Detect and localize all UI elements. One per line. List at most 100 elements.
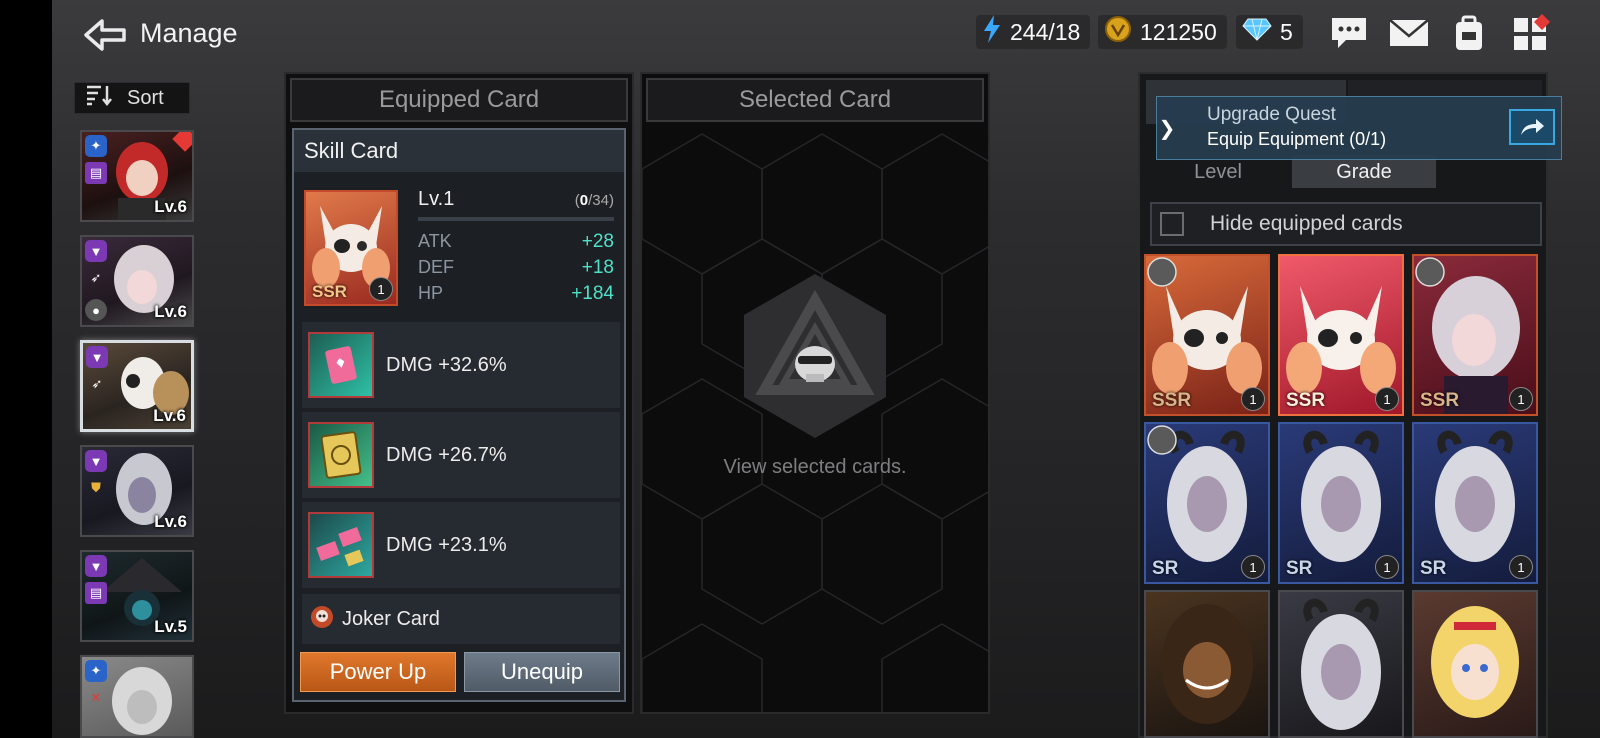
- skill-card-thumbnail[interactable]: SSR 1: [304, 190, 398, 306]
- empty-slot-emblem-icon: [744, 274, 886, 438]
- card-level-block: Lv.1 (0/34) ATK +28 DEF +18 HP +184: [418, 188, 614, 305]
- card-count-badge: 1: [1509, 555, 1533, 579]
- selected-card-panel: Selected Card View selected cards.: [640, 72, 990, 714]
- filter-grade-tab[interactable]: Grade: [1292, 156, 1436, 188]
- joker-card-label: Joker Card: [342, 607, 440, 630]
- exp-progress-bar: [418, 217, 614, 221]
- effect-row[interactable]: DMG +26.7%: [302, 412, 620, 498]
- inventory-card[interactable]: [1144, 590, 1270, 738]
- energy-value: 244/18: [1010, 18, 1081, 45]
- book-role-icon: ▤: [85, 582, 107, 604]
- card-rarity: SSR: [1420, 390, 1460, 411]
- class-badge-icon: ✦: [85, 135, 107, 157]
- gem-counter: 5: [1236, 14, 1303, 50]
- character-slot-2[interactable]: ▼ ➶ ● Lv.6: [80, 235, 194, 327]
- back-arrow-icon[interactable]: [82, 18, 128, 52]
- effect-text: DMG +26.7%: [386, 443, 507, 466]
- card-rarity: SSR: [1152, 390, 1192, 411]
- sort-button[interactable]: Sort: [74, 82, 190, 114]
- class-badge-icon: ▼: [85, 240, 107, 262]
- page-title: Manage: [140, 18, 238, 48]
- card-rarity: SR: [1420, 558, 1447, 579]
- sword-role-icon: ✕: [90, 690, 102, 705]
- effect-card-thumbnail: [308, 512, 374, 578]
- gold-value: 121250: [1140, 18, 1217, 45]
- effect-row[interactable]: DMG +23.1%: [302, 502, 620, 588]
- inventory-card[interactable]: [1412, 590, 1538, 738]
- share-arrow-icon: [1521, 119, 1544, 135]
- class-badge-icon: ▼: [86, 346, 108, 368]
- skill-card-detail: Skill Card SSR 1 Lv.1 (0/34) ATK +28 DEF +…: [292, 128, 626, 702]
- hide-equipped-label: Hide equipped cards: [1210, 212, 1403, 235]
- selected-card-header: Selected Card: [646, 78, 984, 122]
- go-to-quest-button[interactable]: [1509, 109, 1555, 145]
- gem-value: 5: [1280, 18, 1293, 45]
- effect-text: DMG +23.1%: [386, 533, 507, 556]
- chevron-right-icon[interactable]: ❯: [1157, 97, 1177, 159]
- stat-def: DEF +18: [418, 257, 614, 278]
- energy-counter: 244/18: [976, 14, 1091, 50]
- class-badge-icon: ▼: [85, 450, 107, 472]
- bow-role-icon: ➶: [91, 376, 103, 391]
- character-level: Lv.6: [154, 197, 187, 216]
- power-up-button[interactable]: Power Up: [300, 652, 456, 692]
- unequip-button[interactable]: Unequip: [464, 652, 620, 692]
- class-badge-icon: ✦: [85, 660, 107, 682]
- mail-icon[interactable]: [1388, 14, 1430, 52]
- effect-card-thumbnail: [308, 422, 374, 488]
- shield-role-icon: ⛊: [91, 480, 101, 495]
- menu-grid-icon[interactable]: [1510, 14, 1552, 52]
- chat-icon[interactable]: [1328, 14, 1370, 52]
- bow-role-icon: ➶: [90, 270, 102, 285]
- support-role-icon: ●: [85, 299, 107, 321]
- card-count-badge: 1: [1375, 555, 1399, 579]
- inventory-card[interactable]: SSR 1: [1412, 254, 1538, 416]
- card-count-badge: 1: [1241, 387, 1265, 411]
- effect-text: DMG +32.6%: [386, 353, 507, 376]
- inventory-card[interactable]: SR 1: [1144, 422, 1270, 584]
- hide-equipped-toggle[interactable]: Hide equipped cards: [1150, 202, 1542, 246]
- card-rarity: SSR: [1286, 390, 1326, 411]
- inventory-card[interactable]: SSR 1: [1144, 254, 1270, 416]
- upgrade-quest-banner[interactable]: ❯ Upgrade Quest Equip Equipment (0/1): [1156, 96, 1562, 160]
- character-slot-1[interactable]: ✦ ▤ Lv.6: [80, 130, 194, 222]
- book-role-icon: ▤: [85, 162, 107, 184]
- backpack-icon[interactable]: [1448, 14, 1490, 52]
- inventory-card[interactable]: [1278, 590, 1404, 738]
- quest-title: Upgrade Quest: [1207, 104, 1336, 125]
- card-exp: (0/34): [574, 192, 614, 209]
- effect-card-thumbnail: [308, 332, 374, 398]
- card-count-badge: 1: [1241, 555, 1265, 579]
- gold-counter: 121250: [1098, 14, 1227, 50]
- sort-icon: [85, 84, 113, 112]
- character-slot-4[interactable]: ▼ ⛊ Lv.6: [80, 445, 194, 537]
- inventory-card[interactable]: SR 1: [1412, 422, 1538, 584]
- inventory-card[interactable]: SR 1: [1278, 422, 1404, 584]
- character-level: Lv.5: [154, 617, 187, 636]
- lightning-icon: [982, 14, 1002, 50]
- diamond-icon: [1242, 17, 1272, 47]
- card-grid: SSR 1 SSR 1 SSR 1 SR 1 SR 1 SR 1: [1144, 254, 1544, 738]
- filter-level-tab[interactable]: Level: [1146, 156, 1290, 188]
- character-slot-3-selected[interactable]: ▼ ➶ Lv.6: [80, 340, 194, 432]
- card-rarity: SSR: [312, 282, 347, 301]
- hide-equipped-checkbox[interactable]: [1160, 212, 1184, 236]
- character-slot-5[interactable]: ▼ ▤ Lv.5: [80, 550, 194, 642]
- gold-coin-icon: [1104, 15, 1132, 49]
- quest-description: Equip Equipment (0/1): [1207, 129, 1387, 149]
- sort-label: Sort: [127, 86, 164, 109]
- card-count-badge: 1: [1509, 387, 1533, 411]
- card-count-badge: 1: [369, 277, 393, 301]
- character-slot-6[interactable]: ✦ ✕: [80, 655, 194, 738]
- joker-card-row[interactable]: Joker Card: [302, 594, 620, 644]
- inventory-card-selected[interactable]: SSR 1: [1278, 254, 1404, 416]
- equipped-card-header: Equipped Card: [290, 78, 628, 122]
- card-rarity: SR: [1152, 558, 1179, 579]
- card-level: Lv.1: [418, 188, 455, 210]
- game-screen: Manage 244/18 121250 5 Sort ✦ ▤ Lv.6 ▼ ➶…: [52, 0, 1600, 738]
- character-level: Lv.6: [154, 512, 187, 531]
- character-level: Lv.6: [154, 302, 187, 321]
- skill-card-title: Skill Card: [294, 130, 624, 172]
- class-badge-icon: ▼: [85, 555, 107, 577]
- effect-row[interactable]: DMG +32.6%: [302, 322, 620, 408]
